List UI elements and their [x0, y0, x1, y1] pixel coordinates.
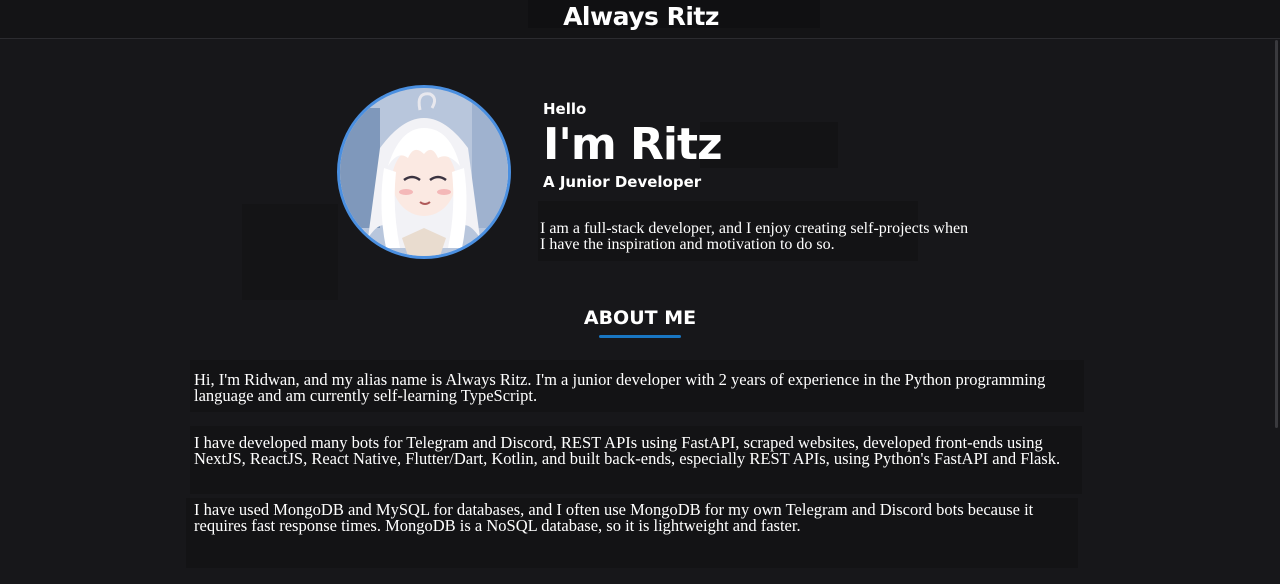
about-paragraph: I have used MongoDB and MySQL for databa…: [194, 500, 1034, 535]
page-scrollbar[interactable]: [1275, 40, 1278, 428]
about-heading-underline: [599, 335, 681, 338]
site-brand[interactable]: Always Ritz: [528, 1, 754, 33]
hero-name: I'm Ritz: [543, 119, 723, 170]
about-heading: ABOUT ME: [583, 307, 697, 329]
about-paragraph: I have developed many bots for Telegram …: [194, 433, 1061, 468]
greeting-text: Hello: [543, 100, 587, 118]
profile-avatar: [337, 85, 511, 259]
about-paragraph: Hi, I'm Ridwan, and my alias name is Alw…: [194, 370, 1046, 405]
decorative-block: [242, 204, 338, 300]
intro-text: I am a full-stack developer, and I enjoy…: [540, 220, 969, 253]
role-subtitle: A Junior Developer: [543, 173, 702, 191]
anime-avatar-icon: [340, 88, 508, 256]
